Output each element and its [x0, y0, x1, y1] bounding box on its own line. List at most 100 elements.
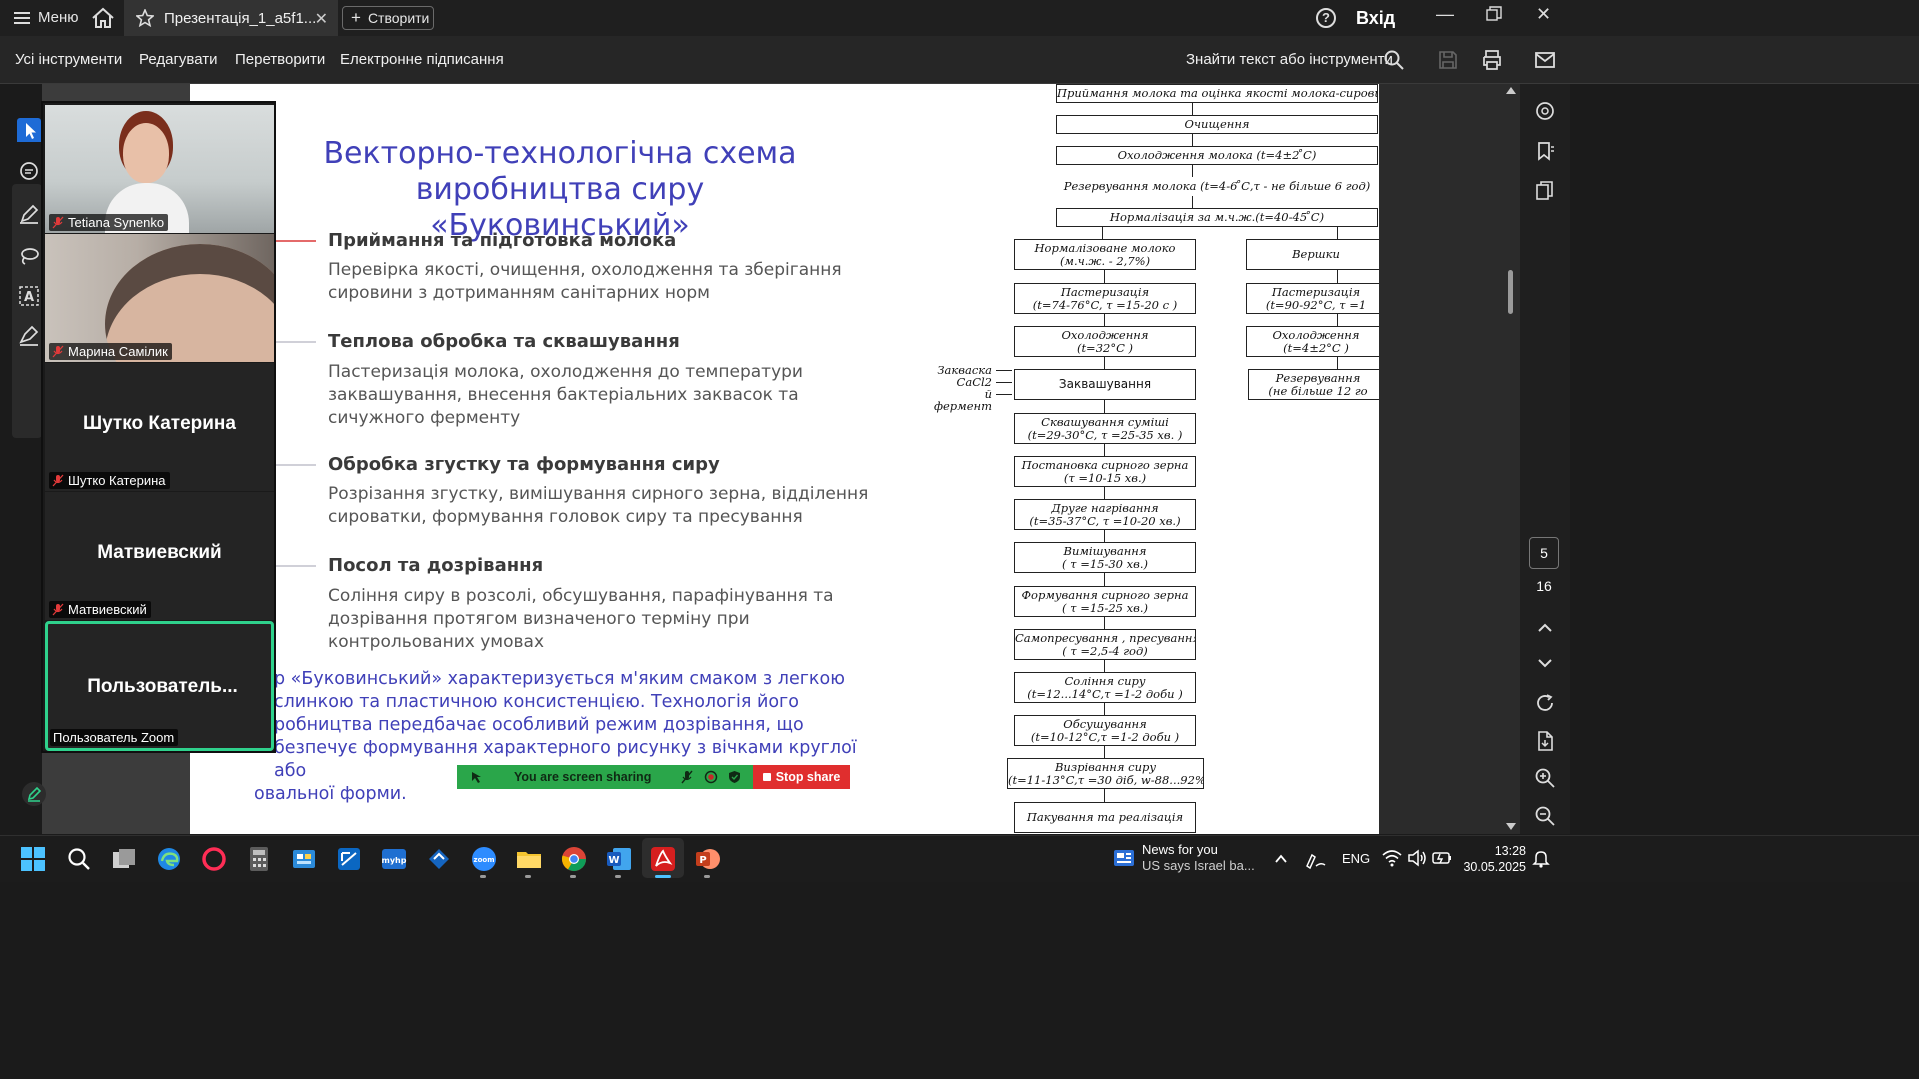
edge-icon[interactable]	[156, 846, 182, 872]
participant-head	[123, 123, 169, 183]
diagram-box-subtext: (t=74-76°C, τ =15-20 с )	[1032, 297, 1178, 312]
tab-document[interactable]: Презентація_1_a5f1... ✕	[124, 0, 338, 36]
mail-icon[interactable]	[1533, 48, 1557, 72]
news-widget[interactable]: News for you US says Israel ba...	[1142, 842, 1255, 874]
participant-display-name: Матвиевский	[97, 542, 222, 563]
sign-icon[interactable]	[17, 324, 41, 348]
current-page-field[interactable]: 5	[1529, 537, 1559, 569]
diagram-box-subtext: (t=29-30°C, τ =25-35 хв. )	[1027, 427, 1183, 442]
lasso-icon[interactable]	[17, 244, 41, 268]
all-tools-menu[interactable]: Усі інструменти	[15, 51, 122, 68]
edit-pencil-icon[interactable]	[22, 782, 46, 806]
windows-taskbar	[0, 835, 1919, 882]
close-tab-icon[interactable]: ✕	[315, 9, 328, 29]
menu-button[interactable]: Меню	[14, 9, 79, 26]
pen-input-icon[interactable]	[1303, 848, 1327, 870]
signin-button[interactable]: Вхід	[1356, 8, 1395, 29]
slide-title-line1: Векторно-технологічна схема	[323, 136, 797, 171]
share-status[interactable]: You are screen sharing	[457, 765, 753, 789]
news-title: News for you	[1142, 842, 1218, 857]
stop-share-button[interactable]: Stop share	[753, 765, 850, 789]
diagram-box: Постановка сирного зерна (τ =10-15 хв.)	[1014, 456, 1196, 487]
minimize-icon[interactable]: —	[1436, 4, 1454, 25]
notification-bell-icon[interactable]	[1532, 848, 1550, 868]
scroll-down-arrow[interactable]	[1506, 823, 1516, 830]
calculator-icon[interactable]	[246, 846, 272, 872]
find-text-button[interactable]: Знайти текст або інструменти	[1186, 51, 1393, 68]
participant-name: Tetiana Synenko	[68, 215, 165, 230]
select-cursor-icon[interactable]	[17, 118, 41, 142]
close-window-icon[interactable]: ✕	[1536, 4, 1551, 25]
video-tile[interactable]: Tetiana Synenko	[45, 105, 274, 233]
ai-assistant-icon[interactable]	[1534, 100, 1556, 122]
pages-icon[interactable]	[1534, 180, 1556, 202]
print-icon[interactable]	[1480, 48, 1504, 72]
diagram-box-subtext: (м.ч.ж. - 2,7%)	[1059, 253, 1151, 268]
vpn-app-icon[interactable]	[426, 846, 452, 872]
news-widget-icon[interactable]	[1112, 846, 1136, 870]
search-taskbar-icon[interactable]	[66, 846, 92, 872]
video-tile[interactable]: Шутко Катерина Шутко Катерина	[45, 363, 274, 491]
convert-menu[interactable]: Перетворити	[235, 51, 325, 68]
edit-menu[interactable]: Редагувати	[139, 51, 218, 68]
system-clock[interactable]: 13:28 30.05.2025	[1460, 843, 1526, 875]
home-icon[interactable]	[90, 7, 116, 29]
draw-pen-icon[interactable]	[17, 202, 41, 226]
section-body-line: Пастеризація молока, охолодження до темп…	[328, 362, 803, 382]
wifi-icon[interactable]	[1382, 849, 1402, 867]
app-ring-icon[interactable]	[201, 846, 227, 872]
windows-start-icon[interactable]	[20, 846, 46, 872]
diagram-side-labels: Закваска CaCl2 й фермент	[932, 364, 992, 412]
star-icon[interactable]	[136, 9, 154, 27]
zoom-app-icon[interactable]: zoom	[471, 846, 497, 872]
diagram-box: Заквашування	[1014, 369, 1196, 400]
esign-menu[interactable]: Електронне підписання	[340, 51, 504, 68]
search-icon[interactable]	[1382, 48, 1406, 72]
comment-icon[interactable]	[17, 160, 41, 184]
record-icon[interactable]	[704, 770, 718, 784]
refresh-icon[interactable]	[1534, 692, 1556, 714]
language-indicator[interactable]: ENG	[1342, 851, 1370, 866]
acrobat-icon[interactable]	[650, 846, 676, 872]
task-view-icon[interactable]	[111, 846, 137, 872]
drag-handle-icon[interactable]	[469, 770, 483, 784]
save-icon[interactable]	[1436, 48, 1460, 72]
myhp-icon[interactable]: myhp	[381, 846, 407, 872]
text-box-icon[interactable]: A	[17, 284, 41, 308]
control-panel-icon[interactable]	[291, 846, 317, 872]
vertical-scrollbar[interactable]	[1502, 84, 1520, 834]
bookmark-icon[interactable]	[1534, 140, 1556, 162]
diagram-box-text: Вимішування	[1063, 543, 1147, 558]
diagram-box: Резервування (не більше 12 го	[1248, 369, 1379, 400]
file-explorer-icon[interactable]	[516, 846, 542, 872]
zoom-out-icon[interactable]	[1534, 805, 1556, 827]
help-icon[interactable]: ?	[1316, 8, 1336, 28]
snipping-tool-icon[interactable]	[336, 846, 362, 872]
chrome-icon[interactable]	[561, 846, 587, 872]
security-shield-icon[interactable]	[728, 770, 741, 784]
video-tile[interactable]: Матвиевский Матвиевский	[45, 492, 274, 620]
restore-icon[interactable]	[1486, 6, 1502, 27]
tray-chevron-up-icon[interactable]	[1272, 850, 1290, 868]
diagram-arrow	[1337, 270, 1338, 283]
scroll-thumb[interactable]	[1508, 270, 1513, 314]
chevron-up-icon[interactable]	[1534, 617, 1556, 639]
section-marker	[276, 565, 316, 567]
powerpoint-icon[interactable]: P	[695, 846, 721, 872]
mic-muted-icon[interactable]	[681, 770, 693, 784]
create-button[interactable]: + Створити	[342, 6, 434, 30]
battery-icon[interactable]	[1432, 850, 1452, 866]
volume-icon[interactable]	[1407, 849, 1427, 867]
svg-text:myhp: myhp	[382, 856, 407, 865]
svg-text:W: W	[608, 855, 619, 866]
participant-label: Шутко Катерина	[49, 472, 170, 489]
diagram-arrow	[996, 382, 1012, 383]
chevron-down-icon[interactable]	[1534, 652, 1556, 674]
video-tile[interactable]: Марина Самілик	[45, 234, 274, 362]
scroll-up-arrow[interactable]	[1506, 87, 1516, 94]
zoom-in-icon[interactable]	[1534, 767, 1556, 789]
file-download-icon[interactable]	[1534, 730, 1556, 752]
left-tool-rail	[0, 84, 42, 834]
video-tile-active-speaker[interactable]: Пользователь... Пользователь Zoom	[45, 621, 274, 751]
word-icon[interactable]: W	[606, 846, 632, 872]
